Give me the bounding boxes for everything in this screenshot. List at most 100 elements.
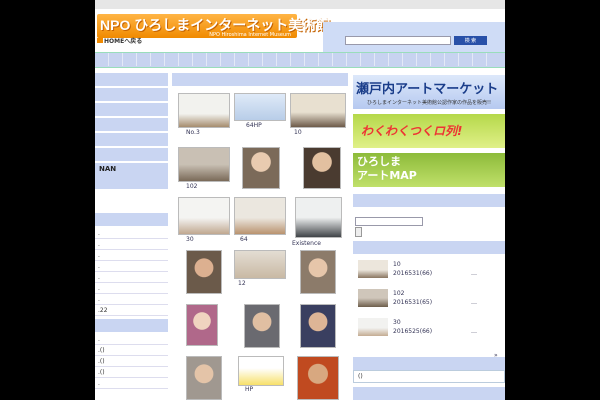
post-more[interactable]: …	[471, 299, 477, 306]
gallery-caption: Existence	[292, 240, 321, 247]
sidebar-bar	[95, 319, 168, 334]
gallery-header	[172, 73, 348, 86]
nav-item[interactable]	[305, 53, 319, 66]
sidebar-box[interactable]: ()	[353, 370, 505, 383]
nav-item[interactable]	[375, 53, 389, 66]
gallery-photo[interactable]	[234, 250, 286, 279]
nav-item[interactable]	[235, 53, 249, 66]
nav-item[interactable]	[221, 53, 235, 66]
gallery-portrait[interactable]	[297, 356, 339, 400]
gallery-caption: 64	[240, 236, 248, 243]
nav-item[interactable]	[431, 53, 445, 66]
art-market-banner[interactable]: 瀬戸内アートマーケット ひろしまインターネット美術館公認作家の作品を販売!!	[353, 75, 505, 109]
nav-item[interactable]	[109, 53, 123, 66]
sidebar-item[interactable]: .	[95, 228, 168, 239]
nav-item[interactable]	[347, 53, 361, 66]
nav-item[interactable]	[333, 53, 347, 66]
gallery-caption: 30	[186, 236, 194, 243]
gallery-portrait[interactable]	[300, 304, 336, 348]
sidebar-item[interactable]: .	[95, 250, 168, 261]
search-input[interactable]	[345, 36, 451, 45]
gallery-column: No.3 64HP 10 102 30 64 Existence 12 HP	[172, 73, 348, 400]
post-date: 2016531(65)	[393, 299, 433, 306]
gallery-portrait[interactable]	[300, 250, 336, 294]
nav-item[interactable]	[403, 53, 417, 66]
gallery-photo[interactable]	[234, 197, 286, 235]
sidebar-item[interactable]: .	[95, 334, 168, 345]
nav-item[interactable]	[445, 53, 459, 66]
nav-item[interactable]	[193, 53, 207, 66]
post-thumbnail[interactable]	[358, 289, 388, 307]
sidebar-item[interactable]: .()	[95, 345, 168, 356]
sidebar-item[interactable]: .	[95, 272, 168, 283]
wakuwaku-blog-banner[interactable]: わくわくつくロ列!	[353, 114, 505, 148]
page: NPO ひろしまインターネット美術館 NPO Hiroshima Interne…	[95, 0, 505, 400]
sidebar-item[interactable]: .	[95, 239, 168, 250]
gallery-portrait[interactable]	[244, 304, 280, 348]
gallery-portrait[interactable]	[242, 147, 280, 189]
home-link[interactable]: HOMEへ戻る	[97, 36, 142, 45]
nav-item[interactable]	[459, 53, 473, 66]
post-more[interactable]: …	[471, 270, 477, 277]
nav-item[interactable]	[417, 53, 431, 66]
sidebar-item[interactable]: .	[95, 294, 168, 305]
gallery-photo[interactable]	[295, 197, 342, 238]
gallery-caption: HP	[245, 386, 254, 393]
gallery-photo[interactable]	[178, 93, 230, 128]
post-more[interactable]: …	[471, 328, 477, 335]
sidebar-item[interactable]: .	[95, 261, 168, 272]
sidebar-item[interactable]: .()	[95, 356, 168, 367]
nav-bar	[95, 52, 505, 68]
recent-post[interactable]: 102 2016531(65) …	[353, 287, 505, 315]
nav-item[interactable]	[291, 53, 305, 66]
nav-item[interactable]	[263, 53, 277, 66]
nav-item[interactable]	[95, 53, 109, 66]
sidebar-item[interactable]: .	[95, 283, 168, 294]
gallery-flyer[interactable]	[234, 93, 286, 121]
gallery-photo[interactable]	[290, 93, 346, 128]
nav-item[interactable]	[319, 53, 333, 66]
gallery-portrait[interactable]	[186, 304, 218, 346]
nav-item[interactable]	[123, 53, 137, 66]
post-title[interactable]: 102	[393, 290, 404, 297]
post-title[interactable]: 30	[393, 319, 401, 326]
sidebar-mini-button[interactable]	[355, 227, 362, 237]
nav-item[interactable]	[389, 53, 403, 66]
banner-title: ひろしま アートMAP	[357, 155, 417, 183]
sidebar-heading: NAN	[95, 163, 168, 176]
gallery-flyer[interactable]	[238, 356, 284, 386]
nav-item[interactable]	[137, 53, 151, 66]
site-logo[interactable]: NPO ひろしまインターネット美術館 NPO Hiroshima Interne…	[97, 14, 330, 38]
post-title[interactable]: 10	[393, 261, 401, 268]
art-map-banner[interactable]: ひろしま アートMAP	[353, 153, 505, 187]
nav-item[interactable]	[249, 53, 263, 66]
nav-item[interactable]	[179, 53, 193, 66]
nav-item[interactable]	[151, 53, 165, 66]
sidebar-item[interactable]: .22	[95, 305, 168, 316]
search-button[interactable]: 検 索	[454, 36, 487, 45]
banner-title: わくわくつくロ列!	[361, 124, 463, 138]
sidebar-bar	[95, 73, 168, 88]
post-thumbnail[interactable]	[358, 318, 388, 336]
nav-item[interactable]	[165, 53, 179, 66]
sidebar-input[interactable]	[355, 217, 423, 226]
gallery-portrait[interactable]	[303, 147, 341, 189]
gallery-photo[interactable]	[178, 147, 230, 182]
post-date: 2016531(66)	[393, 270, 433, 277]
gallery-portrait[interactable]	[186, 356, 222, 400]
nav-item[interactable]	[207, 53, 221, 66]
nav-item[interactable]	[277, 53, 291, 66]
nav-item[interactable]	[473, 53, 487, 66]
search-area: 検 索	[323, 22, 505, 53]
recent-post[interactable]: 10 2016531(66) …	[353, 258, 505, 286]
nav-item[interactable]	[361, 53, 375, 66]
gallery-photo[interactable]	[178, 197, 230, 235]
recent-post[interactable]: 30 2016525(66) …	[353, 316, 505, 344]
post-thumbnail[interactable]	[358, 260, 388, 278]
sidebar-bar	[95, 88, 168, 103]
sidebar-item[interactable]: .()	[95, 367, 168, 378]
sidebar-item[interactable]: .	[95, 378, 168, 389]
gallery-caption: No.3	[186, 129, 200, 136]
gallery-portrait[interactable]	[186, 250, 222, 294]
